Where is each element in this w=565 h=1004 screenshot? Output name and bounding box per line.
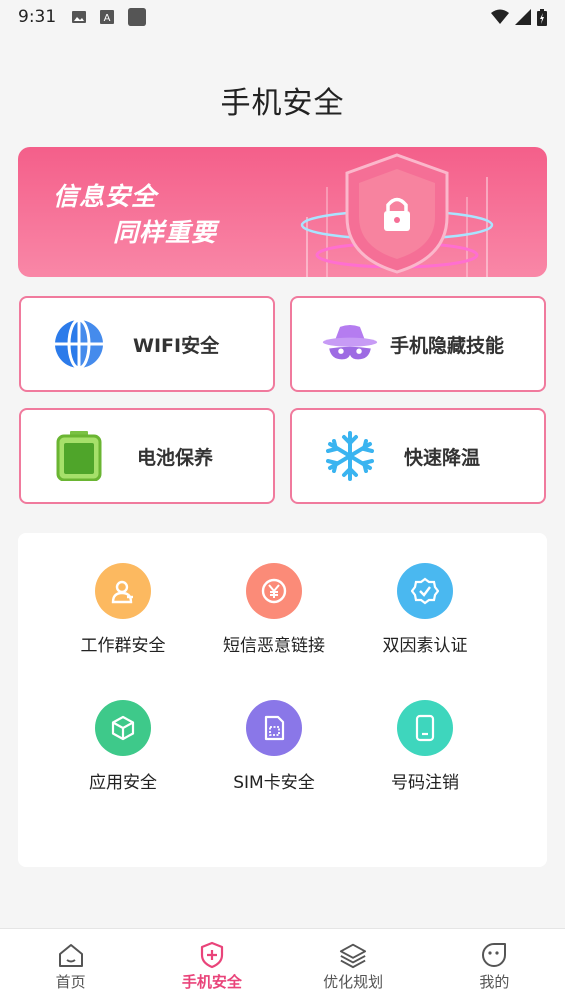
signal-icon — [515, 9, 531, 25]
security-tools-panel: 工作群安全 短信恶意链接 双因素认证 应用安全 SIM卡安全 号码注销 — [18, 533, 547, 867]
sim-card-icon — [246, 700, 302, 756]
grid-item-label: 短信恶意链接 — [223, 636, 325, 656]
shield-plus-icon — [198, 941, 226, 969]
user-icon — [95, 563, 151, 619]
svg-text:A: A — [104, 13, 111, 24]
grid-item-sms-malicious-link[interactable]: 短信恶意链接 — [199, 563, 349, 656]
nav-item-phone-security[interactable]: 手机安全 — [141, 929, 282, 1004]
grid-item-number-cancellation[interactable]: 号码注销 — [350, 700, 500, 793]
grid-item-label: 工作群安全 — [80, 636, 166, 656]
grid-item-app-security[interactable]: 应用安全 — [48, 700, 198, 793]
card-label: 快速降温 — [404, 446, 481, 469]
battery-icon — [51, 428, 107, 484]
nav-item-optimization-plan[interactable]: 优化规划 — [283, 929, 424, 1004]
grid-item-label: 应用安全 — [89, 773, 157, 793]
bottom-nav: 首页 手机安全 优化规划 我的 — [0, 928, 565, 1004]
globe-icon — [51, 316, 107, 372]
badge-check-icon — [397, 563, 453, 619]
banner-line-1: 信息安全 — [53, 182, 158, 211]
nav-label: 手机安全 — [181, 973, 242, 991]
grid-item-label: 双因素认证 — [382, 636, 468, 656]
nav-label: 我的 — [479, 973, 510, 991]
status-time: 9:31 — [18, 7, 57, 27]
status-bar: 9:31 A — [0, 0, 565, 34]
card-label: 电池保养 — [137, 446, 214, 469]
face-icon — [480, 941, 508, 969]
promo-banner[interactable]: 信息安全 同样重要 — [18, 147, 547, 277]
banner-line-2: 同样重要 — [113, 218, 218, 247]
yen-icon — [246, 563, 302, 619]
wifi-security-card[interactable]: WIFI安全 — [19, 296, 275, 392]
page-title: 手机安全 — [220, 86, 345, 121]
card-label: WIFI安全 — [133, 334, 220, 357]
home-icon — [57, 941, 85, 969]
nav-item-mine[interactable]: 我的 — [424, 929, 565, 1004]
grid-item-label: SIM卡安全 — [233, 773, 315, 793]
square-notification-icon — [128, 8, 147, 26]
phone-hidden-skills-card[interactable]: 手机隐藏技能 — [290, 296, 546, 392]
battery-charging-icon — [537, 8, 547, 26]
shield-lock-illustration — [300, 153, 494, 277]
layers-icon — [339, 941, 367, 969]
cube-icon — [95, 700, 151, 756]
grid-item-sim-card-security[interactable]: SIM卡安全 — [199, 700, 349, 793]
image-notification-icon — [72, 11, 87, 23]
battery-care-card[interactable]: 电池保养 — [19, 408, 275, 504]
grid-item-two-factor-auth[interactable]: 双因素认证 — [350, 563, 500, 656]
a-notification-icon: A — [100, 10, 115, 24]
incognito-icon — [322, 316, 378, 372]
quick-cooldown-card[interactable]: 快速降温 — [290, 408, 546, 504]
nav-label: 首页 — [55, 973, 86, 991]
card-label: 手机隐藏技能 — [390, 334, 505, 357]
wifi-icon — [491, 9, 509, 24]
grid-item-work-group-security[interactable]: 工作群安全 — [48, 563, 198, 656]
phone-icon — [397, 700, 453, 756]
nav-item-home[interactable]: 首页 — [0, 929, 141, 1004]
snowflake-icon — [322, 428, 378, 484]
nav-label: 优化规划 — [323, 973, 384, 991]
grid-item-label: 号码注销 — [391, 773, 459, 793]
